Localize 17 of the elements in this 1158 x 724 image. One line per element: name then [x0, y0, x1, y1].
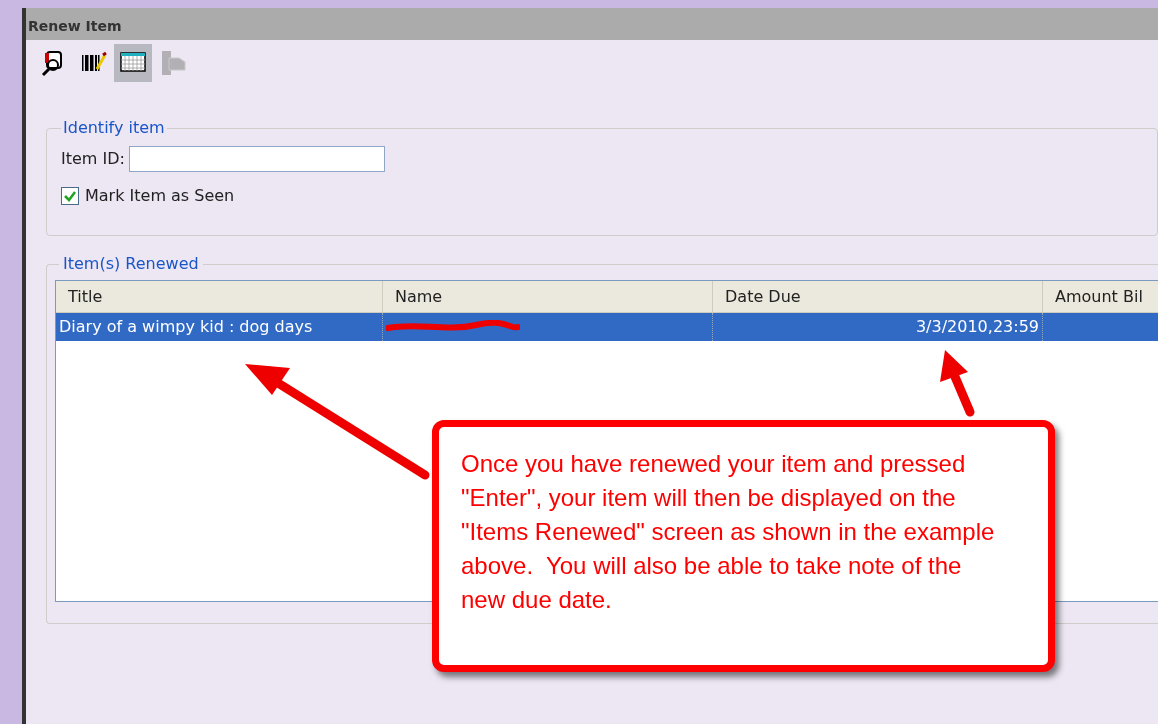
column-header[interactable]: Title — [56, 281, 383, 312]
field-label: Item ID: — [61, 148, 125, 170]
table-row[interactable]: Diary of a wimpy kid : dog days 3/3/2010,23:59 — [56, 313, 1158, 341]
column-header[interactable]: Amount Bil — [1043, 281, 1158, 312]
column-header[interactable]: Date Due — [713, 281, 1043, 312]
grid-icon[interactable] — [114, 44, 152, 82]
group-legend: Item(s) Renewed — [59, 252, 203, 276]
column-header[interactable]: Name — [383, 281, 713, 312]
callout-text: Once you have renewed your item and pressed "Enter", your item will then be displayed on the "Items Renewed" screen as shown in the example above. You will also be able to take note of the new due date. — [461, 449, 996, 615]
checkbox-label: Mark Item as Seen — [85, 185, 235, 207]
check-icon — [63, 189, 77, 203]
table-cell: Diary of a wimpy kid : dog days — [56, 313, 383, 341]
table-cell: 3/3/2010,23:59 — [713, 313, 1043, 341]
item-id-field[interactable] — [128, 146, 385, 172]
window-title: Renew Item — [26, 8, 1158, 40]
group-legend: Identify item — [61, 116, 167, 140]
checkbox[interactable] — [61, 187, 79, 205]
